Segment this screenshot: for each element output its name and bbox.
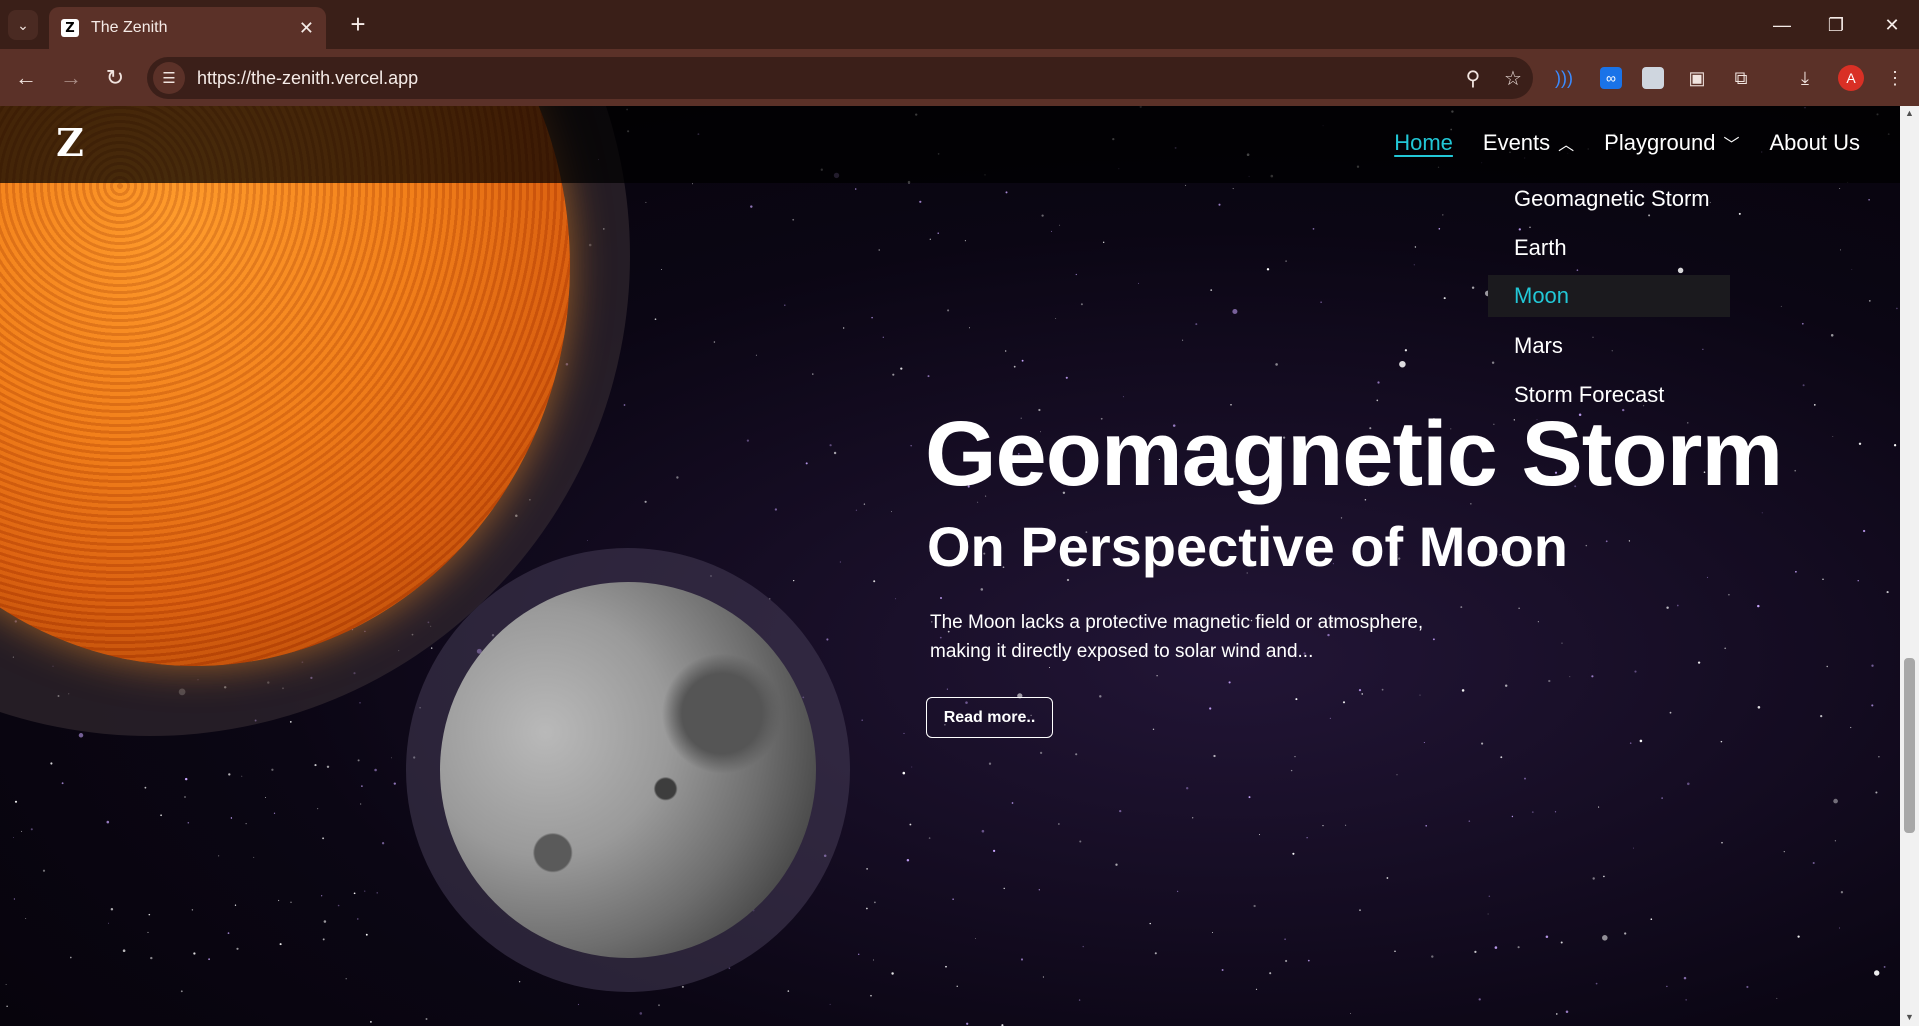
- zoom-icon[interactable]: ⚲: [1453, 66, 1493, 91]
- dropdown-item-mars[interactable]: Mars: [1488, 321, 1730, 370]
- new-tab-plus-icon[interactable]: +: [343, 9, 373, 39]
- address-bar[interactable]: ☰ https://the-zenith.vercel.app ⚲ ☆: [147, 57, 1533, 99]
- moon-image: [440, 582, 816, 958]
- extensions-puzzle-icon[interactable]: ⧉: [1726, 63, 1756, 93]
- hero-subtitle: On Perspective of Moon: [927, 515, 1568, 578]
- dropdown-item-earth[interactable]: Earth: [1488, 223, 1730, 272]
- downloads-download-icon[interactable]: ⤓: [1790, 63, 1820, 93]
- image-extension-icon[interactable]: [1638, 63, 1668, 93]
- read-more-button[interactable]: Read more..: [926, 697, 1053, 738]
- chevron-up-icon: ︿: [1558, 137, 1575, 154]
- nav-playground[interactable]: Playground ﹀: [1604, 130, 1739, 156]
- site-header: Z Home Events ︿ Playground ﹀ About Us: [0, 106, 1900, 183]
- events-dropdown: Geomagnetic Storm Earth Moon Mars Storm …: [1488, 174, 1730, 419]
- reload-icon[interactable]: ↻: [99, 62, 131, 94]
- nav-about-us[interactable]: About Us: [1770, 130, 1861, 156]
- page-scrollbar[interactable]: ▲ ▼: [1900, 106, 1919, 1026]
- bookmark-star-icon[interactable]: ☆: [1493, 66, 1533, 91]
- chevron-down-icon: ﹀: [1723, 137, 1740, 154]
- browser-tab[interactable]: Z The Zenith ✕: [49, 7, 326, 49]
- nav-home[interactable]: Home: [1394, 130, 1453, 156]
- scroll-thumb[interactable]: [1904, 658, 1915, 833]
- tab-title: The Zenith: [91, 19, 168, 36]
- dropdown-item-storm-forecast[interactable]: Storm Forecast: [1488, 370, 1730, 419]
- forward-arrow-right-icon[interactable]: →: [55, 62, 87, 94]
- back-arrow-left-icon[interactable]: ←: [10, 62, 42, 94]
- site-info-tune-icon[interactable]: ☰: [153, 62, 185, 94]
- restore-icon[interactable]: ❐: [1816, 10, 1856, 40]
- hero-description: The Moon lacks a protective magnetic fie…: [930, 612, 1424, 662]
- scroll-up-icon[interactable]: ▲: [1904, 108, 1915, 120]
- main-nav: Home Events ︿ Playground ﹀ About Us: [1364, 130, 1860, 156]
- zenith-logo[interactable]: Z: [52, 120, 88, 165]
- browser-tabstrip: ⌄ Z The Zenith ✕ + — ❐ ✕: [0, 0, 1919, 49]
- nav-events[interactable]: Events ︿: [1483, 130, 1574, 156]
- profile-avatar[interactable]: A: [1836, 63, 1866, 93]
- infinity-extension-icon[interactable]: ∞: [1596, 63, 1626, 93]
- tab-close-icon[interactable]: ✕: [299, 18, 314, 39]
- dropdown-item-moon[interactable]: Moon: [1488, 275, 1730, 317]
- window-close-icon[interactable]: ✕: [1872, 10, 1912, 40]
- url-text[interactable]: https://the-zenith.vercel.app: [197, 68, 1453, 89]
- tab-list-chevron-down-icon[interactable]: ⌄: [8, 10, 38, 40]
- tab-favicon-icon: Z: [61, 19, 79, 37]
- window-extension-icon[interactable]: ▣: [1682, 63, 1712, 93]
- menu-kebab-icon[interactable]: ⋮: [1880, 63, 1910, 93]
- dropdown-item-geomagnetic-storm[interactable]: Geomagnetic Storm: [1488, 174, 1730, 223]
- page-viewport: Z Home Events ︿ Playground ﹀ About Us Geom…: [0, 106, 1900, 1026]
- read-aloud-extension-icon[interactable]: ))): [1549, 63, 1579, 93]
- scroll-down-icon[interactable]: ▼: [1904, 1012, 1915, 1024]
- browser-toolbar: ← → ↻ ☰ https://the-zenith.vercel.app ⚲ …: [0, 49, 1919, 106]
- minimize-icon[interactable]: —: [1762, 10, 1802, 40]
